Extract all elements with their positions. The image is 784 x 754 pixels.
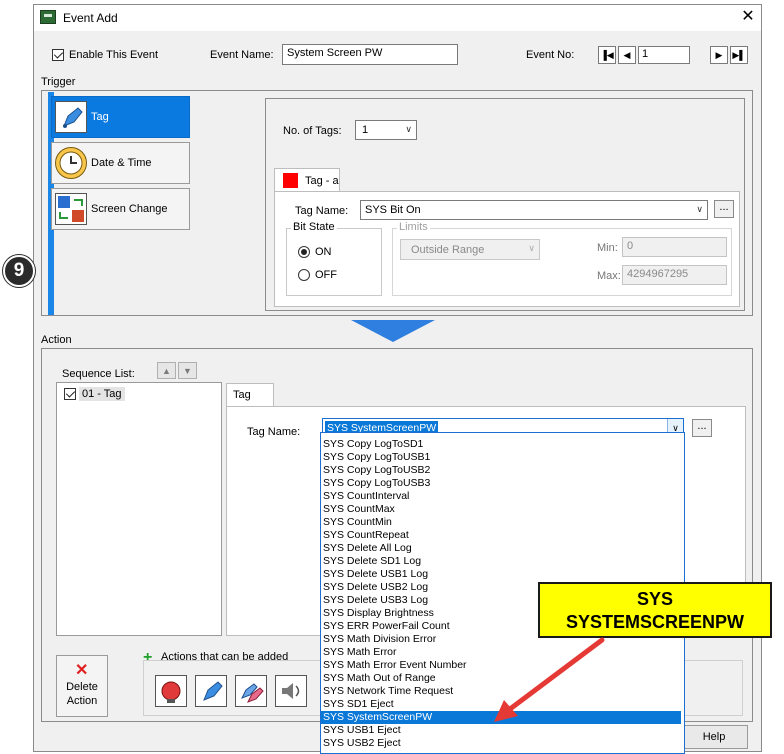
dropdown-item[interactable]: SYS CountMin [321,516,681,529]
enable-event-checkbox[interactable] [52,49,64,61]
trigger-group: Tag Date & Time Screen Change No. of Tag… [41,90,753,316]
dropdown-item[interactable]: SYS Delete USB1 Log [321,568,681,581]
callout-line-1: SYS [636,589,674,609]
dropdown-item[interactable]: SYS CountInterval [321,490,681,503]
callout-line-2: SYSTEMSCREENPW [565,612,745,632]
tab-action-tag[interactable]: Tag [226,383,274,407]
tag-action-icon[interactable] [195,675,227,707]
trigger-tag-browse-button[interactable]: ... [714,200,734,218]
max-input[interactable]: 4294967295 [622,265,727,285]
close-icon[interactable]: ✕ [737,6,759,28]
trigger-section-label: Trigger [41,76,76,88]
event-add-dialog: Event Add ✕ Enable This Event Event Name… [3,4,762,754]
sequence-list-label: Sequence List: [62,368,135,380]
event-no-label: Event No: [526,49,575,61]
window-title: Event Add [63,11,118,25]
trigger-tag-panel: No. of Tags: 1 ∨ Tag - a Tag Name: SYS B… [265,98,745,311]
dropdown-item[interactable]: SYS USB2 Eject [321,737,681,750]
bit-on-radio[interactable] [298,246,310,258]
trigger-screen-change-button[interactable]: Screen Change [51,188,190,230]
clock-icon [55,147,87,179]
first-event-button[interactable]: ▐◀ [598,46,616,64]
title-bar: Event Add ✕ [34,5,761,31]
move-down-button[interactable]: ▼ [178,362,197,379]
move-up-button[interactable]: ▲ [157,362,176,379]
dropdown-item[interactable]: SYS CountMax [321,503,681,516]
bit-on-label: ON [315,246,332,258]
tags-count-label: No. of Tags: [283,125,342,137]
sequence-list[interactable]: 01 - Tag [56,382,222,636]
chevron-down-icon: ∨ [696,204,703,214]
prev-event-button[interactable]: ◀ [618,46,636,64]
dropdown-item[interactable]: SYS CountRepeat [321,529,681,542]
step-badge: 9 [3,255,35,287]
trigger-date-time-button[interactable]: Date & Time [51,142,190,184]
trigger-tag-name-select[interactable]: SYS Bit On ∨ [360,200,708,220]
tag-name-label: Tag Name: [295,205,349,217]
tag-copy-icon[interactable] [235,675,267,707]
tag-a-content: Tag Name: SYS Bit On ∨ ... Bit State ON … [274,191,740,307]
bit-state-group [286,228,382,296]
tags-count-select[interactable]: 1 ∨ [355,120,417,140]
delete-action-button[interactable]: ✕ Delete Action [56,655,108,717]
limits-label: Limits [397,221,430,233]
bit-off-label: OFF [315,269,337,281]
alarm-bell-icon[interactable] [155,675,187,707]
trigger-screen-change-label: Screen Change [91,203,168,215]
event-name-label: Event Name: [210,49,274,61]
delete-x-icon: ✕ [75,662,89,679]
dropdown-item[interactable]: SYS Delete All Log [321,542,681,555]
dropdown-item[interactable]: SYS Copy LogToUSB3 [321,477,681,490]
sound-icon[interactable] [275,675,307,707]
limits-select[interactable]: Outside Range ∨ [400,239,540,260]
trigger-date-time-label: Date & Time [91,157,152,169]
next-event-button[interactable]: ▶ [710,46,728,64]
flow-arrow-icon [351,320,435,347]
callout-arrow-icon [480,636,620,729]
trigger-tag-button[interactable]: Tag [51,96,190,138]
bit-off-radio[interactable] [298,269,310,281]
min-input[interactable]: 0 [622,237,727,257]
dropdown-item[interactable]: SYS Copy LogToUSB1 [321,451,681,464]
enable-event-label: Enable This Event [69,49,159,61]
event-name-input[interactable]: System Screen PW [282,44,458,65]
action-section-label: Action [41,334,72,346]
max-label: Max: [597,270,621,282]
tab-tag-a-label: Tag - a [305,175,339,187]
sequence-item-checkbox[interactable] [64,388,76,400]
callout-box: SYS SYSTEMSCREENPW [538,582,772,638]
sequence-item[interactable]: 01 - Tag [79,387,125,401]
tab-tag-a[interactable]: Tag - a [274,168,340,192]
chevron-down-icon: ∨ [528,243,535,253]
app-icon [40,10,56,24]
last-event-button[interactable]: ▶▌ [730,46,748,64]
min-label: Min: [597,242,618,254]
dropdown-item[interactable]: SYS Copy LogToUSB2 [321,464,681,477]
dropdown-item[interactable]: SYS Delete SD1 Log [321,555,681,568]
trigger-tag-label: Tag [91,111,109,123]
screen-change-icon [55,193,87,225]
tab-color-swatch [283,173,298,188]
help-button[interactable]: Help [680,725,748,749]
tag-icon [55,101,87,133]
bit-state-label: Bit State [291,221,337,233]
action-tag-browse-button[interactable]: ... [692,419,712,437]
event-no-input[interactable]: 1 [638,46,690,64]
dropdown-item[interactable]: SYS Copy LogToSD1 [321,438,681,451]
chevron-down-icon: ∨ [405,124,412,134]
action-tag-name-label: Tag Name: [247,426,301,438]
